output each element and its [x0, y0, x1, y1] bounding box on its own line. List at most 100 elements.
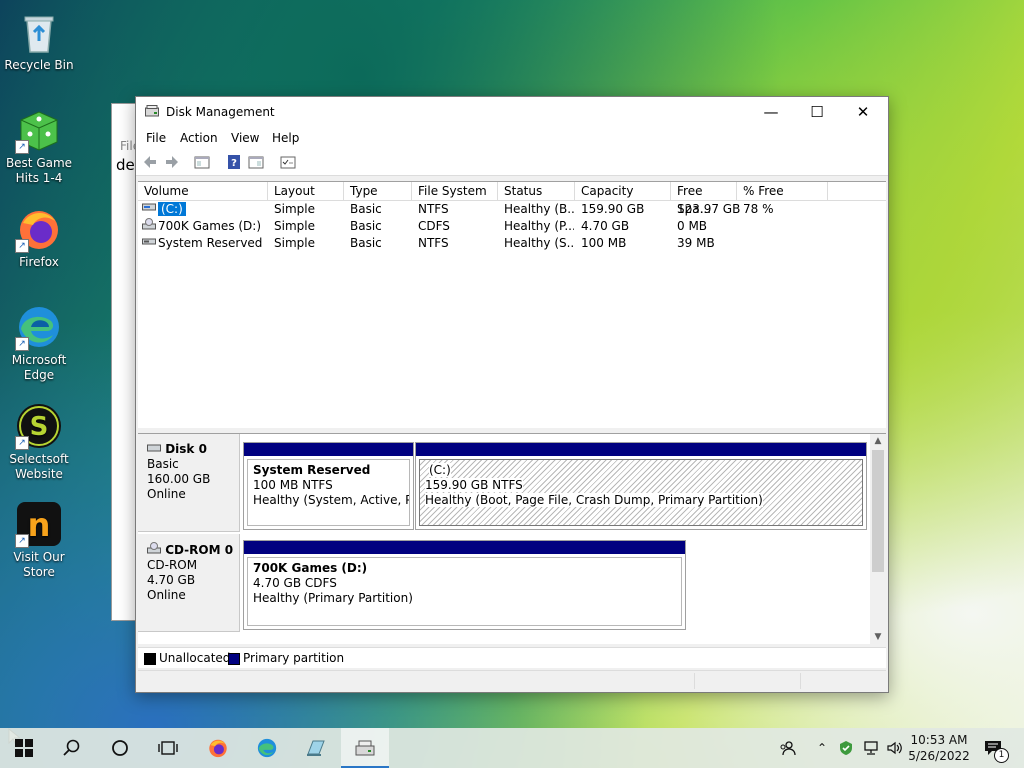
partition-system-reserved[interactable]: System Reserved 100 MB NTFS Healthy (Sys…: [243, 442, 414, 530]
column-type[interactable]: Type: [344, 182, 412, 200]
windows-logo-icon: [15, 739, 33, 757]
list-header: Volume Layout Type File System Status Ca…: [138, 182, 886, 216]
help-icon[interactable]: ?: [226, 154, 242, 170]
volume-capacity: 100 MB: [581, 236, 627, 250]
control-panel-icon: [307, 740, 325, 756]
shortcut-arrow-icon: ↗: [15, 239, 29, 253]
scroll-down-icon[interactable]: ▼: [870, 630, 886, 644]
desktop-icon-firefox[interactable]: ↗ Firefox: [4, 205, 74, 270]
taskbar-edge[interactable]: [243, 728, 291, 768]
table-row[interactable]: (C:) Simple Basic NTFS Healthy (B... 159…: [138, 201, 886, 218]
cd-drive-icon: [147, 542, 161, 557]
cortana-button[interactable]: [96, 728, 144, 768]
disk-kind: Basic: [147, 457, 179, 471]
partition-fs: 100 MB NTFS: [253, 478, 333, 492]
taskbar-clock[interactable]: 10:53 AM 5/26/2022: [904, 732, 974, 764]
show-hide-console-tree-icon[interactable]: [194, 154, 210, 170]
disk-name: CD-ROM 0: [165, 543, 234, 557]
search-button[interactable]: [48, 728, 96, 768]
disk-label[interactable]: Disk 0 Basic 160.00 GB Online: [138, 434, 240, 532]
shortcut-arrow-icon: ↗: [15, 337, 29, 351]
menu-view[interactable]: View: [231, 131, 259, 145]
action-center-button[interactable]: 1: [978, 728, 1009, 768]
disk-management-icon: [145, 105, 159, 117]
partition-d-drive[interactable]: 700K Games (D:) 4.70 GB CDFS Healthy (Pr…: [243, 540, 686, 630]
scrollbar-thumb[interactable]: [872, 450, 884, 572]
firefox-icon: [209, 739, 227, 758]
desktop-icon-visit-store[interactable]: n ↗ Visit Our Store: [4, 500, 74, 580]
desktop-icon-selectsoft[interactable]: S ↗ Selectsoft Website: [4, 402, 74, 482]
menu-file[interactable]: File: [146, 131, 166, 145]
legend: Unallocated Primary partition: [138, 647, 886, 668]
column-percent-free[interactable]: % Free: [737, 182, 828, 200]
desktop-icon-label: Recycle Bin: [4, 58, 74, 72]
minimize-button[interactable]: —: [748, 97, 794, 127]
people-icon[interactable]: [775, 728, 799, 768]
drive-icon: [142, 235, 156, 252]
maximize-button[interactable]: ☐: [794, 97, 840, 127]
taskbar-firefox[interactable]: [194, 728, 242, 768]
back-arrow-icon[interactable]: [142, 154, 158, 170]
shortcut-arrow-icon: ↗: [15, 436, 29, 450]
clock-date: 5/26/2022: [908, 749, 970, 763]
disk-row-disk-0[interactable]: Disk 0 Basic 160.00 GB Online System Res…: [138, 434, 870, 532]
show-hidden-icons-chevron-icon[interactable]: ⌃: [812, 728, 832, 768]
network-icon[interactable]: [860, 728, 882, 768]
clock-time: 10:53 AM: [910, 733, 968, 747]
taskbar-control-panel[interactable]: [292, 728, 340, 768]
volume-type: Basic: [350, 219, 382, 233]
disk-state: Online: [147, 588, 186, 602]
taskbar: ⌃ 10:53 AM 5/26/2022 1: [0, 728, 1024, 768]
menu-help[interactable]: Help: [272, 131, 299, 145]
forward-arrow-icon[interactable]: [164, 154, 180, 170]
partition-c-drive[interactable]: (C:) 159.90 GB NTFS Healthy (Boot, Page …: [415, 442, 867, 530]
table-row[interactable]: System Reserved Simple Basic NTFS Health…: [138, 235, 886, 252]
volume-free: 0 MB: [677, 219, 708, 233]
properties-icon[interactable]: [280, 154, 296, 170]
desktop-icon-label: Selectsoft Website: [9, 452, 69, 481]
disk-size: 4.70 GB: [147, 573, 196, 587]
store-icon: n ↗: [15, 500, 63, 548]
volume-free: 39 MB: [677, 236, 715, 250]
show-hide-action-pane-icon[interactable]: [248, 154, 264, 170]
task-view-icon: [158, 741, 178, 755]
dice-icon: ↗: [15, 106, 63, 154]
status-separator: [800, 673, 801, 689]
disk-row-cdrom-0[interactable]: CD-ROM 0 CD-ROM 4.70 GB Online 700K Game…: [138, 534, 870, 632]
disk-label[interactable]: CD-ROM 0 CD-ROM 4.70 GB Online: [138, 534, 240, 632]
legend-swatch-primary: [228, 653, 240, 665]
scroll-up-icon[interactable]: ▲: [870, 434, 886, 448]
recycle-bin-icon: [15, 8, 63, 56]
title-bar[interactable]: Disk Management — ☐ ✕: [136, 97, 888, 127]
security-icon[interactable]: [836, 728, 856, 768]
column-capacity[interactable]: Capacity: [575, 182, 671, 200]
column-free-space[interactable]: Free Spa...: [671, 182, 737, 216]
cortana-icon: [112, 740, 128, 756]
toolbar: ?: [136, 149, 888, 176]
primary-partition-bar: [416, 443, 866, 456]
column-file-system[interactable]: File System: [412, 182, 498, 200]
disk-graphical-view: Disk 0 Basic 160.00 GB Online System Res…: [138, 433, 886, 644]
background-window-text: de: [116, 156, 135, 174]
menu-action[interactable]: Action: [180, 131, 218, 145]
volume-name: 700K Games (D:): [158, 219, 262, 233]
start-button[interactable]: [0, 728, 48, 768]
volume-layout: Simple: [274, 202, 315, 216]
column-status[interactable]: Status: [498, 182, 575, 200]
task-view-button[interactable]: [144, 728, 192, 768]
volume-icon[interactable]: [884, 728, 906, 768]
disk-size: 160.00 GB: [147, 472, 211, 486]
disk-name: Disk 0: [165, 442, 207, 456]
column-volume[interactable]: Volume: [138, 182, 268, 200]
taskbar-disk-management[interactable]: [341, 728, 389, 768]
desktop-icon-recycle-bin[interactable]: Recycle Bin: [4, 8, 74, 73]
volume-capacity: 4.70 GB: [581, 219, 630, 233]
vertical-scrollbar[interactable]: ▲ ▼: [870, 434, 886, 644]
close-button[interactable]: ✕: [840, 97, 886, 127]
volume-status: Healthy (S...: [504, 236, 574, 250]
column-layout[interactable]: Layout: [268, 182, 344, 200]
desktop-icon-microsoft-edge[interactable]: ↗ Microsoft Edge: [4, 303, 74, 383]
table-row[interactable]: 700K Games (D:) Simple Basic CDFS Health…: [138, 218, 886, 235]
volume-type: Basic: [350, 236, 382, 250]
desktop-icon-best-game-hits[interactable]: ↗ Best Game Hits 1-4: [4, 106, 74, 186]
